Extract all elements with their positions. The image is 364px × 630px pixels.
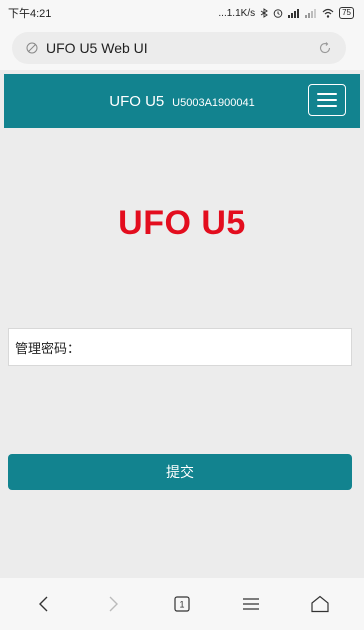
page-title-in-address: UFO U5 Web UI [46, 40, 148, 56]
tab-count: 1 [179, 600, 184, 610]
hamburger-icon[interactable] [308, 84, 346, 116]
back-icon [39, 596, 48, 612]
submit-button[interactable]: 提交 [8, 454, 352, 490]
address-bar[interactable]: UFO U5 Web UI [12, 32, 346, 64]
network-speed: ...1.1K/s [218, 7, 256, 19]
login-panel: UFO U5 管理密码： 提交 [4, 128, 360, 578]
tabs-button[interactable]: 1 [162, 584, 202, 624]
status-indicators: ...1.1K/s 75 [218, 7, 354, 19]
password-row: 管理密码： [8, 328, 352, 366]
browser-address-area: UFO U5 Web UI [0, 26, 364, 70]
hamburger-line [317, 93, 337, 95]
home-button[interactable] [300, 584, 340, 624]
navbar-brand[interactable]: UFO U5 U5003A1900041 [109, 93, 254, 110]
password-label: 管理密码： [15, 340, 81, 356]
hamburger-line [317, 105, 337, 107]
signal-2-icon [305, 9, 317, 18]
reload-icon[interactable] [318, 41, 332, 55]
bluetooth-icon [260, 8, 268, 18]
browser-toolbar: 1 [0, 578, 364, 630]
forward-button[interactable] [93, 584, 133, 624]
menu-button[interactable] [231, 584, 271, 624]
tabs-icon: 1 [174, 596, 190, 612]
device-serial: U5003A1900041 [172, 96, 255, 109]
no-security-icon [26, 42, 38, 54]
home-icon [310, 595, 329, 613]
status-time: 下午4:21 [8, 8, 52, 20]
signal-icon [288, 9, 300, 18]
wifi-icon [322, 8, 334, 18]
brand-name: UFO U5 [109, 92, 165, 110]
hamburger-line [317, 99, 337, 101]
page-title: UFO U5 [118, 204, 246, 242]
password-input[interactable] [80, 332, 345, 362]
battery-icon: 75 [339, 7, 354, 19]
back-button[interactable] [24, 584, 64, 624]
alarm-icon [273, 9, 283, 18]
forward-icon [109, 596, 119, 612]
site-navbar: UFO U5 U5003A1900041 [4, 74, 360, 128]
menu-icon [242, 598, 259, 610]
status-bar: 下午4:21 ...1.1K/s 75 [0, 0, 364, 26]
